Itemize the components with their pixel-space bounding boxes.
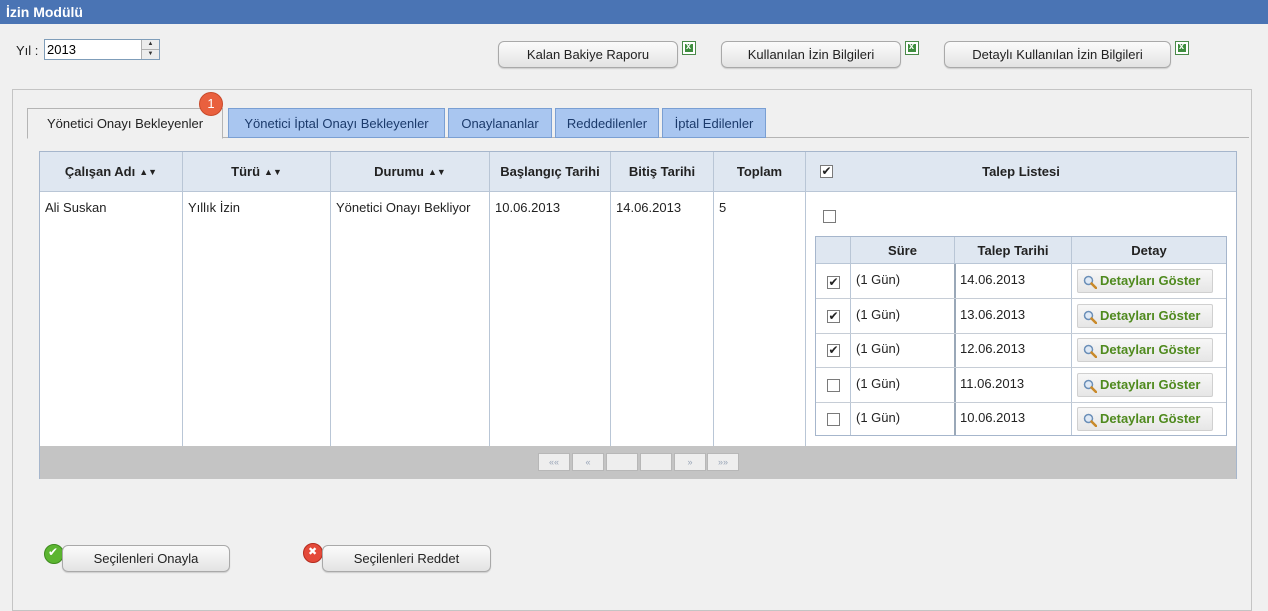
- request-list-table: Süre Talep Tarihi Detay ✔ (1 Gün) 14.06.…: [815, 236, 1227, 436]
- spin-down-icon[interactable]: ▼: [142, 50, 159, 59]
- spin-up-icon[interactable]: ▲: [142, 40, 159, 50]
- end-date: 14.06.2013: [616, 200, 682, 215]
- column-type: [183, 192, 331, 446]
- column-header-end-date: Bitiş Tarihi: [611, 152, 714, 192]
- remaining-balance-report-button[interactable]: Kalan Bakiye Raporu: [498, 41, 678, 68]
- tab-manager-approval-pending[interactable]: Yönetici Onayı Bekleyenler: [27, 108, 223, 139]
- select-all-checkbox[interactable]: ✔: [820, 165, 833, 178]
- page-number-button[interactable]: [606, 453, 638, 471]
- request-checkbox[interactable]: ✔: [827, 344, 840, 357]
- row-select-checkbox[interactable]: [823, 210, 836, 223]
- show-details-button[interactable]: Detayları Göster: [1077, 304, 1213, 328]
- request-checkbox[interactable]: [827, 379, 840, 392]
- request-duration: (1 Gün): [856, 341, 901, 356]
- show-details-button[interactable]: Detayları Göster: [1077, 373, 1213, 397]
- column-header-type[interactable]: Türü ▲▼: [183, 152, 331, 192]
- show-details-button[interactable]: Detayları Göster: [1077, 269, 1213, 293]
- checkmark-icon: [44, 544, 64, 564]
- show-details-button[interactable]: Detayları Göster: [1077, 338, 1213, 362]
- magnifier-icon: [1083, 344, 1097, 358]
- year-input[interactable]: [47, 41, 137, 57]
- request-date: 12.06.2013: [960, 341, 1026, 356]
- approve-selected-button[interactable]: Seçilenleri Onayla: [62, 545, 230, 572]
- prev-page-button[interactable]: «: [572, 453, 604, 471]
- request-date: 11.06.2013: [960, 376, 1025, 391]
- request-row: (1 Gün) 11.06.2013 Detayları Göster: [816, 368, 1226, 403]
- used-leave-info-button[interactable]: Kullanılan İzin Bilgileri: [721, 41, 901, 68]
- total-days: 5: [719, 200, 727, 215]
- first-page-button[interactable]: ««: [538, 453, 570, 471]
- column-header-total: Toplam: [714, 152, 806, 192]
- pager: «« « » »»: [40, 446, 1236, 479]
- column-start: [490, 192, 611, 446]
- request-date: 13.06.2013: [960, 307, 1026, 322]
- column-total: [714, 192, 806, 446]
- module-title: İzin Modülü: [0, 0, 1268, 24]
- request-date: 10.06.2013: [960, 410, 1026, 425]
- tab-manager-cancel-approval-pending[interactable]: Yönetici İptal Onayı Bekleyenler: [228, 108, 445, 138]
- tab-cancelled[interactable]: İptal Edilenler: [662, 108, 766, 138]
- magnifier-icon: [1083, 275, 1097, 289]
- leave-type: Yıllık İzin: [188, 200, 241, 215]
- year-spinner[interactable]: ▲ ▼: [44, 39, 160, 60]
- request-row: ✔ (1 Gün) 13.06.2013 Detayları Göster: [816, 299, 1226, 334]
- magnifier-icon: [1083, 310, 1097, 324]
- column-status: [331, 192, 490, 446]
- employee-name: Ali Suskan: [45, 200, 107, 215]
- start-date: 10.06.2013: [495, 200, 561, 215]
- request-duration: (1 Gün): [856, 410, 901, 425]
- sort-icon[interactable]: ▲▼: [428, 167, 446, 177]
- request-duration: (1 Gün): [856, 307, 901, 322]
- column-header-employee[interactable]: Çalışan Adı ▲▼: [40, 152, 183, 192]
- magnifier-icon: [1083, 413, 1097, 427]
- excel-icon[interactable]: [1175, 41, 1189, 55]
- show-details-button[interactable]: Detayları Göster: [1077, 407, 1213, 431]
- column-end: [611, 192, 714, 446]
- year-spin-buttons[interactable]: ▲ ▼: [141, 40, 159, 59]
- request-duration: (1 Gün): [856, 272, 901, 287]
- request-select-header: [816, 237, 851, 264]
- reject-x-icon: [303, 543, 323, 563]
- tab-rejected[interactable]: Reddedilenler: [555, 108, 659, 138]
- magnifier-icon: [1083, 379, 1097, 393]
- column-header-status[interactable]: Durumu ▲▼: [331, 152, 490, 192]
- excel-icon[interactable]: [905, 41, 919, 55]
- request-duration: (1 Gün): [856, 376, 901, 391]
- request-header-date: Talep Tarihi: [955, 237, 1072, 264]
- request-header-detail: Detay: [1072, 237, 1226, 264]
- excel-icon[interactable]: [682, 41, 696, 55]
- request-checkbox[interactable]: ✔: [827, 276, 840, 289]
- sort-icon[interactable]: ▲▼: [139, 167, 157, 177]
- request-date: 14.06.2013: [960, 272, 1026, 287]
- page-number-button[interactable]: [640, 453, 672, 471]
- column-header-start-date: Başlangıç Tarihi: [490, 152, 611, 192]
- tab-approved[interactable]: Onaylananlar: [448, 108, 552, 138]
- leave-status: Yönetici Onayı Bekliyor: [336, 200, 471, 215]
- request-row: (1 Gün) 10.06.2013 Detayları Göster: [816, 402, 1226, 437]
- last-page-button[interactable]: »»: [707, 453, 739, 471]
- pending-count-badge: 1: [199, 92, 223, 116]
- column-header-request-list: ✔ Talep Listesi: [806, 152, 1236, 192]
- sort-icon[interactable]: ▲▼: [264, 167, 282, 177]
- detailed-used-leave-info-button[interactable]: Detaylı Kullanılan İzin Bilgileri: [944, 41, 1171, 68]
- reject-selected-button[interactable]: Seçilenleri Reddet: [322, 545, 491, 572]
- request-checkbox[interactable]: ✔: [827, 310, 840, 323]
- request-header-duration: Süre: [851, 237, 955, 264]
- year-label: Yıl :: [16, 43, 39, 58]
- request-checkbox[interactable]: [827, 413, 840, 426]
- request-row: ✔ (1 Gün) 14.06.2013 Detayları Göster: [816, 264, 1226, 299]
- request-row: ✔ (1 Gün) 12.06.2013 Detayları Göster: [816, 333, 1226, 368]
- next-page-button[interactable]: »: [674, 453, 706, 471]
- column-employee: [40, 192, 183, 446]
